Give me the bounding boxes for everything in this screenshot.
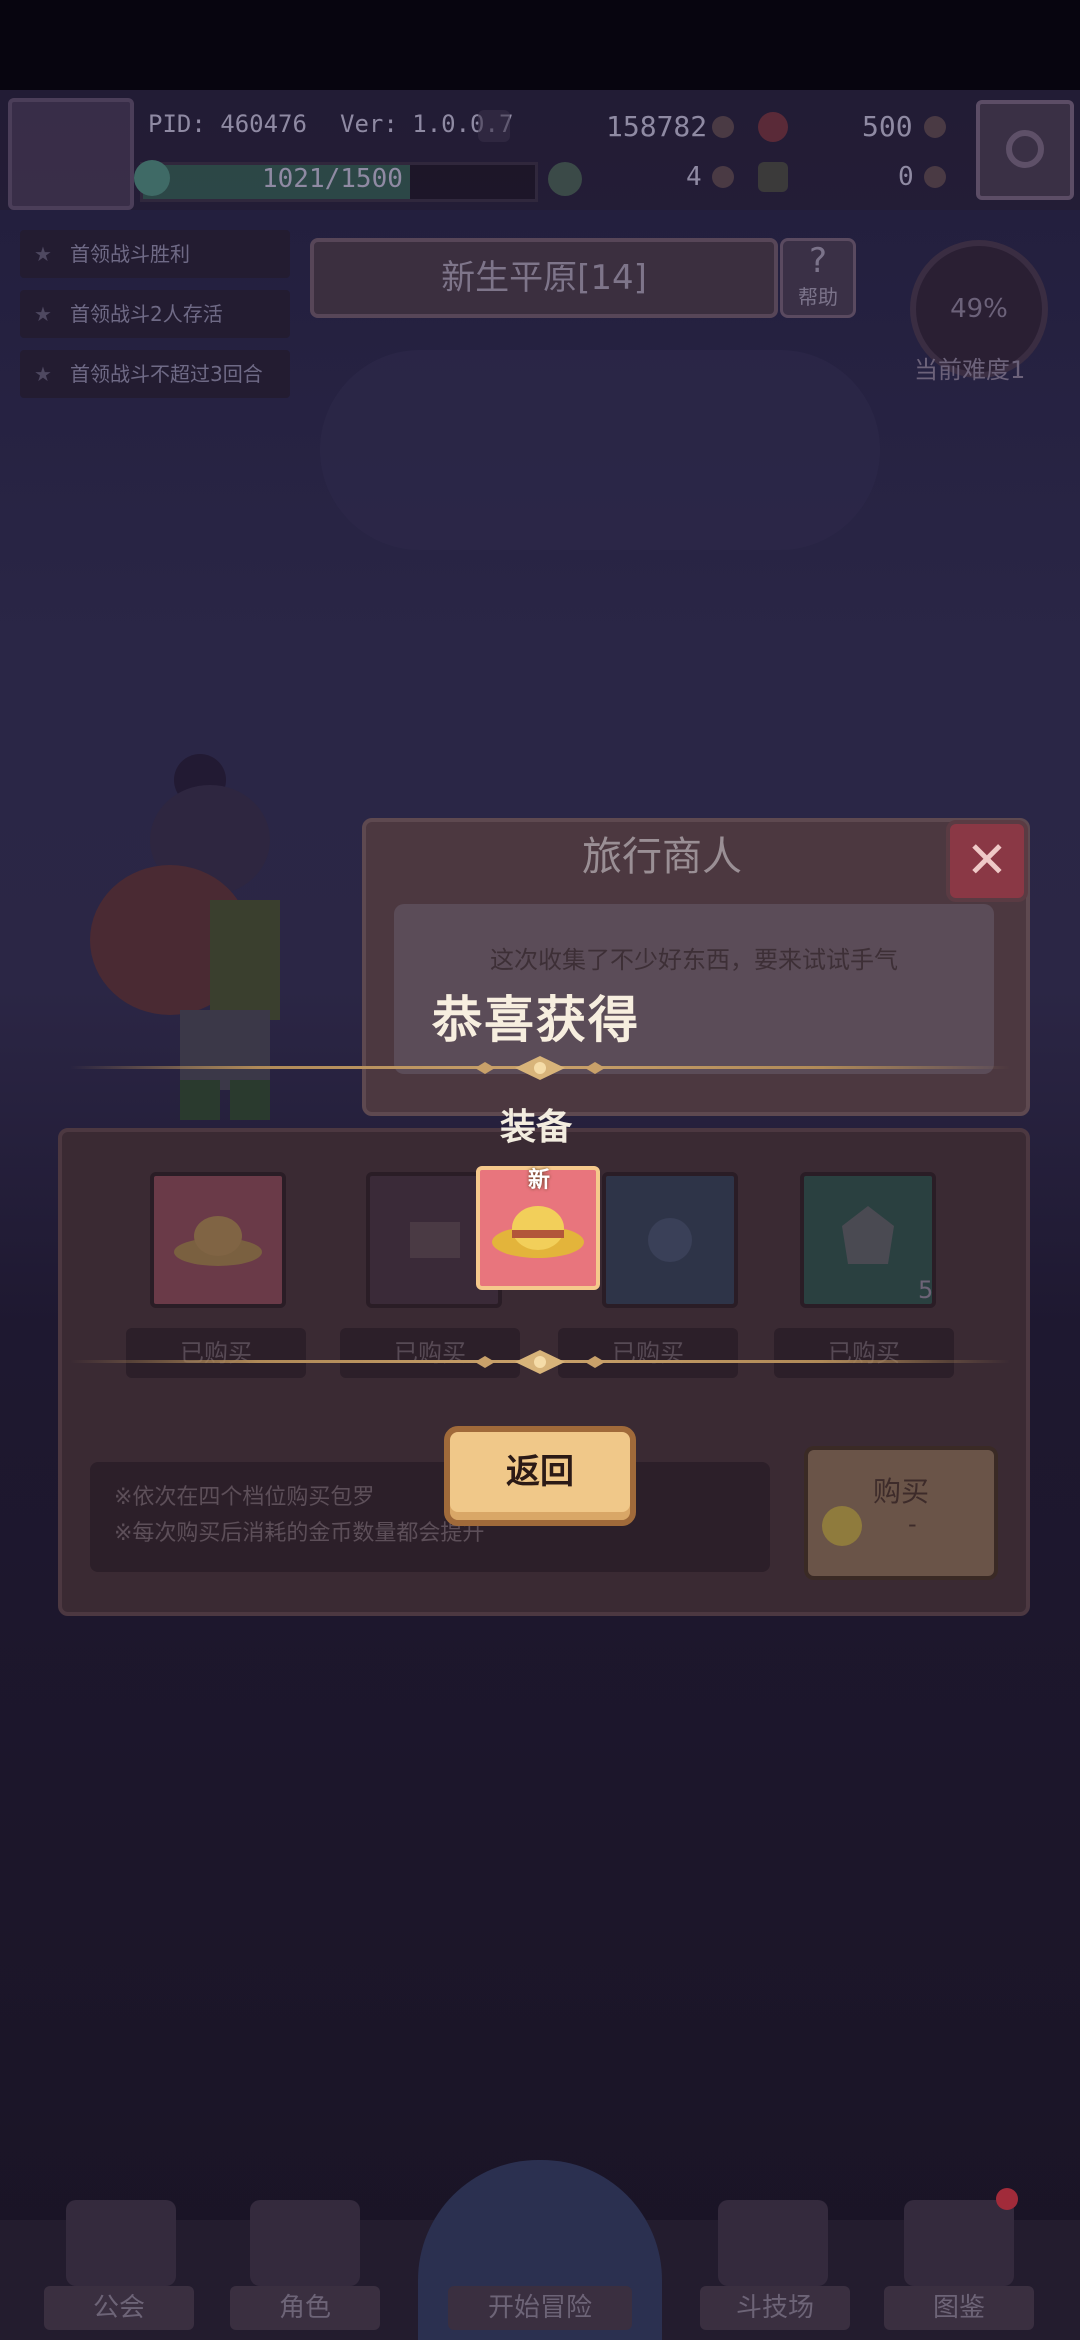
info-line: ※依次在四个档位购买包罗 bbox=[114, 1485, 375, 1510]
gold-plus-icon[interactable] bbox=[712, 116, 734, 138]
star-icon: ★ bbox=[34, 302, 52, 326]
xp-gem-icon bbox=[134, 160, 170, 196]
close-icon: ✕ bbox=[966, 831, 1008, 889]
quest-item: ★ 首领战斗2人存活 bbox=[20, 290, 290, 338]
buy-cost: - bbox=[908, 1510, 917, 1538]
quest-item: ★ 首领战斗不超过3回合 bbox=[20, 350, 290, 398]
quest-label: 首领战斗胜利 bbox=[70, 242, 190, 266]
gem-value: 500 bbox=[862, 110, 913, 143]
codex-icon[interactable] bbox=[904, 2200, 1014, 2286]
settings-button[interactable] bbox=[976, 100, 1074, 200]
shop-slot[interactable] bbox=[800, 1172, 936, 1308]
back-label: 返回 bbox=[506, 1452, 574, 1492]
merchant-character bbox=[90, 754, 280, 1120]
shop-slot[interactable] bbox=[150, 1172, 286, 1308]
character-icon[interactable] bbox=[250, 2200, 360, 2286]
straw-hat-icon bbox=[174, 1216, 262, 1266]
crystal-icon bbox=[842, 1206, 894, 1264]
shop-info: ※依次在四个档位购买包罗 ※每次购买后消耗的金币数量都会提升 bbox=[90, 1462, 770, 1572]
congrats-title: 恭喜获得 bbox=[432, 991, 640, 1049]
merchant-title: 旅行商人 bbox=[582, 834, 742, 880]
stage-title: 新生平原[14] bbox=[310, 238, 778, 318]
cloud-decoration bbox=[320, 350, 880, 550]
arena-icon[interactable] bbox=[718, 2200, 828, 2286]
nav-character[interactable]: 角色 bbox=[230, 2286, 380, 2330]
coin-icon bbox=[822, 1506, 862, 1546]
quest-label: 首领战斗2人存活 bbox=[70, 302, 223, 326]
gem-plus-icon[interactable] bbox=[924, 116, 946, 138]
rune-icon bbox=[648, 1218, 692, 1262]
divider-ornament bbox=[475, 1350, 605, 1374]
clover-icon bbox=[548, 162, 582, 196]
question-icon: ? bbox=[808, 241, 828, 281]
reward-category: 装备 bbox=[500, 1107, 573, 1148]
shop-slot[interactable] bbox=[602, 1172, 738, 1308]
help-label: 帮助 bbox=[798, 285, 838, 309]
star-icon: ★ bbox=[34, 242, 52, 266]
info-icon[interactable] bbox=[478, 110, 510, 142]
divider-ornament bbox=[475, 1056, 605, 1080]
clover-value: 4 bbox=[686, 162, 702, 192]
nav-codex[interactable]: 图鉴 bbox=[884, 2286, 1034, 2330]
quest-item: ★ 首领战斗胜利 bbox=[20, 230, 290, 278]
buy-label: 购买 bbox=[872, 1475, 929, 1508]
close-button[interactable]: ✕ bbox=[946, 820, 1028, 902]
key-value: 0 bbox=[898, 162, 914, 192]
guild-icon[interactable] bbox=[66, 2200, 176, 2286]
new-badge: 新 bbox=[528, 1168, 551, 1193]
gem-icon bbox=[758, 112, 788, 142]
help-button[interactable]: ? 帮助 bbox=[780, 238, 856, 318]
key-plus-icon[interactable] bbox=[924, 166, 946, 188]
info-line: ※每次购买后消耗的金币数量都会提升 bbox=[114, 1521, 485, 1546]
player-avatar[interactable] bbox=[8, 98, 134, 210]
key-icon bbox=[758, 162, 788, 192]
star-icon: ★ bbox=[34, 362, 52, 386]
player-id: PID: 460476 bbox=[148, 110, 307, 138]
notification-badge bbox=[996, 2188, 1018, 2210]
nav-guild[interactable]: 公会 bbox=[44, 2286, 194, 2330]
slot-status: 已购买 bbox=[126, 1328, 306, 1378]
xp-value: 1021/1500 bbox=[262, 164, 403, 194]
clover-plus-icon[interactable] bbox=[712, 166, 734, 188]
gear-icon bbox=[1006, 130, 1044, 168]
item-count: 5 bbox=[918, 1276, 934, 1304]
slot-status: 已购买 bbox=[774, 1328, 954, 1378]
nav-arena[interactable]: 斗技场 bbox=[700, 2286, 850, 2330]
difficulty-label: 当前难度1 bbox=[914, 356, 1026, 384]
gold-value: 158782 bbox=[606, 110, 708, 143]
quest-label: 首领战斗不超过3回合 bbox=[70, 362, 263, 386]
nav-start-adventure[interactable]: 开始冒险 bbox=[448, 2286, 632, 2330]
merchant-dialogue: 这次收集了不少好东西，要来试试手气 bbox=[490, 946, 898, 974]
